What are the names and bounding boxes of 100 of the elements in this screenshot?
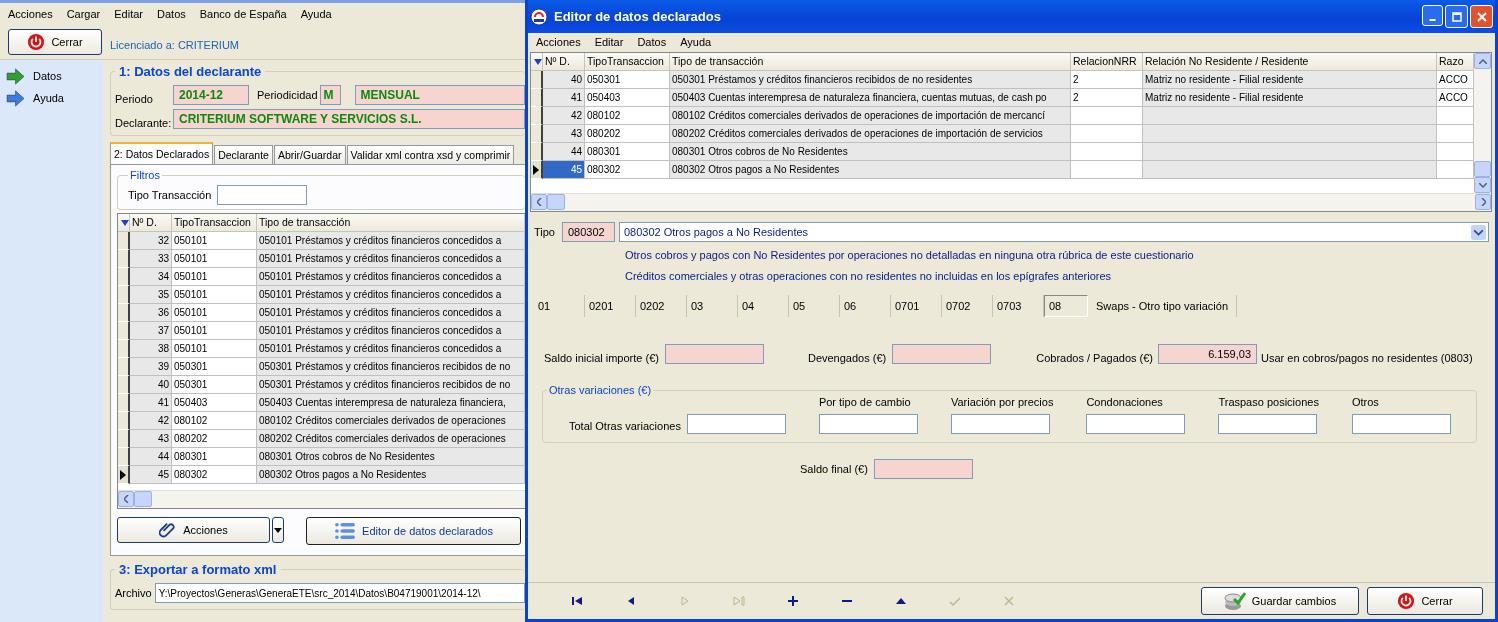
column-header[interactable]: Relación No Residente / Residente — [1143, 53, 1437, 71]
variation-code[interactable]: 0701 — [891, 295, 942, 317]
tab[interactable]: Declarante — [214, 145, 273, 164]
maximize-button[interactable] — [1445, 5, 1468, 28]
column-header[interactable]: TipoTransaccion — [172, 214, 257, 232]
menu-item[interactable]: Acciones — [536, 36, 581, 48]
variation-code[interactable]: 05 — [789, 295, 840, 317]
vertical-scrollbar[interactable] — [1474, 53, 1491, 193]
archivo-field[interactable]: Y:\Proyectos\Generas\GeneraETE\src_2014\Datos\B04719001\2014-12\ — [154, 583, 525, 603]
close-button[interactable]: Cerrar — [8, 29, 102, 55]
variation-input[interactable] — [950, 414, 1050, 434]
variation-input[interactable] — [1086, 414, 1186, 434]
variation-code[interactable]: 06 — [840, 295, 891, 317]
row-indicator[interactable] — [118, 448, 130, 466]
scroll-right-button[interactable] — [1475, 194, 1491, 210]
total-input[interactable] — [686, 414, 786, 434]
table-cell: 42 — [543, 107, 585, 125]
column-header[interactable]: Razo — [1437, 53, 1474, 71]
saldo-final-field[interactable] — [873, 459, 973, 479]
dropdown-button[interactable] — [272, 517, 284, 543]
variation-input[interactable] — [1218, 414, 1318, 434]
scroll-left-button[interactable] — [118, 491, 134, 507]
column-header[interactable] — [531, 53, 543, 71]
column-header[interactable]: TipoTransaccion — [585, 53, 670, 71]
row-indicator[interactable] — [118, 412, 130, 430]
amount-field[interactable] — [892, 344, 992, 364]
variation-code[interactable]: 0202 — [636, 295, 687, 317]
disk-check-icon — [1223, 590, 1246, 612]
row-indicator[interactable] — [118, 322, 130, 340]
row-indicator[interactable] — [118, 286, 130, 304]
row-indicator[interactable] — [118, 250, 130, 268]
row-indicator[interactable] — [118, 376, 130, 394]
tipo-code-field[interactable]: 080302 — [562, 222, 615, 242]
sidebar-item[interactable]: Ayuda — [0, 87, 103, 109]
column-header[interactable]: Tipo de transacción — [257, 214, 525, 232]
variation-code[interactable]: 04 — [738, 295, 789, 317]
variation-code[interactable]: 03 — [687, 295, 738, 317]
save-button[interactable]: Guardar cambios — [1201, 587, 1359, 615]
column-header[interactable] — [118, 214, 130, 232]
row-indicator[interactable] — [531, 107, 543, 125]
column-header[interactable]: Tipo de transacción — [670, 53, 1071, 71]
scroll-down-button[interactable] — [1474, 177, 1491, 193]
variation-code[interactable]: 01 — [534, 295, 585, 317]
row-indicator[interactable] — [531, 125, 543, 143]
current-row-icon — [120, 469, 126, 480]
row-indicator[interactable] — [531, 161, 543, 179]
menu-item[interactable]: Ayuda — [300, 8, 332, 20]
periodo-label: Periodo — [115, 93, 154, 105]
menu-item[interactable]: Editar — [114, 8, 143, 20]
actions-button[interactable]: Acciones — [117, 517, 270, 543]
row-indicator[interactable] — [118, 394, 130, 412]
sidebar-item[interactable]: Datos — [0, 65, 103, 87]
horizontal-scrollbar[interactable] — [118, 490, 525, 508]
row-indicator[interactable] — [531, 71, 543, 89]
tab[interactable]: 2: Datos Declarados — [110, 142, 214, 164]
power-icon — [1397, 592, 1416, 610]
filter-input[interactable] — [217, 185, 308, 205]
menu-item[interactable]: Cargar — [66, 8, 101, 20]
row-indicator[interactable] — [531, 89, 543, 107]
scroll-thumb[interactable] — [547, 194, 565, 210]
row-indicator[interactable] — [118, 232, 130, 250]
table-cell: 32 — [130, 232, 172, 250]
amount-field[interactable] — [664, 344, 764, 364]
scroll-thumb[interactable] — [134, 491, 152, 507]
variation-code[interactable]: 0702 — [942, 295, 993, 317]
menu-item[interactable]: Datos — [637, 36, 667, 48]
variation-input[interactable] — [818, 414, 918, 434]
row-indicator[interactable] — [118, 268, 130, 286]
amount-field[interactable]: 6.159,03 — [1158, 344, 1257, 364]
menu-item[interactable]: Ayuda — [680, 36, 712, 48]
tab[interactable]: Validar xml contra xsd y comprimir — [346, 145, 515, 164]
menu-item[interactable]: Acciones — [8, 8, 53, 20]
variation-code[interactable]: 0703 — [993, 295, 1044, 317]
scroll-thumb[interactable] — [1474, 161, 1491, 177]
variation-code[interactable]: 0201 — [585, 295, 636, 317]
row-indicator[interactable] — [118, 340, 130, 358]
variation-code[interactable]: 08 — [1044, 295, 1088, 317]
column-header[interactable]: Nº D. — [543, 53, 585, 71]
column-header[interactable]: Nº D. — [130, 214, 172, 232]
variation-input[interactable] — [1351, 414, 1451, 434]
table-cell: 050101 Préstamos y créditos financieros concedidos a — [257, 286, 525, 304]
editor-button[interactable]: Editor de datos declarados — [306, 517, 521, 545]
row-indicator[interactable] — [118, 304, 130, 322]
row-indicator[interactable] — [531, 143, 543, 161]
row-indicator[interactable] — [118, 430, 130, 448]
minimize-button[interactable] — [1422, 5, 1443, 26]
menu-item[interactable]: Datos — [157, 8, 186, 20]
scroll-left-button[interactable] — [531, 194, 547, 210]
tab[interactable]: Abrir/Guardar — [273, 145, 346, 164]
tipo-dropdown[interactable]: 080302 Otros pagos a No Residentes — [619, 222, 1489, 242]
close-button[interactable] — [1470, 5, 1493, 28]
menu-item[interactable]: Editar — [594, 36, 624, 48]
scroll-up-button[interactable] — [1474, 53, 1491, 69]
menu-item[interactable]: Banco de España — [199, 8, 287, 20]
row-indicator[interactable] — [118, 466, 130, 484]
filter-title: Filtros — [129, 169, 161, 181]
row-indicator[interactable] — [118, 358, 130, 376]
column-header[interactable]: RelacionNRR — [1071, 53, 1143, 71]
close-button[interactable]: Cerrar — [1367, 587, 1483, 615]
horizontal-scrollbar[interactable] — [531, 193, 1491, 211]
